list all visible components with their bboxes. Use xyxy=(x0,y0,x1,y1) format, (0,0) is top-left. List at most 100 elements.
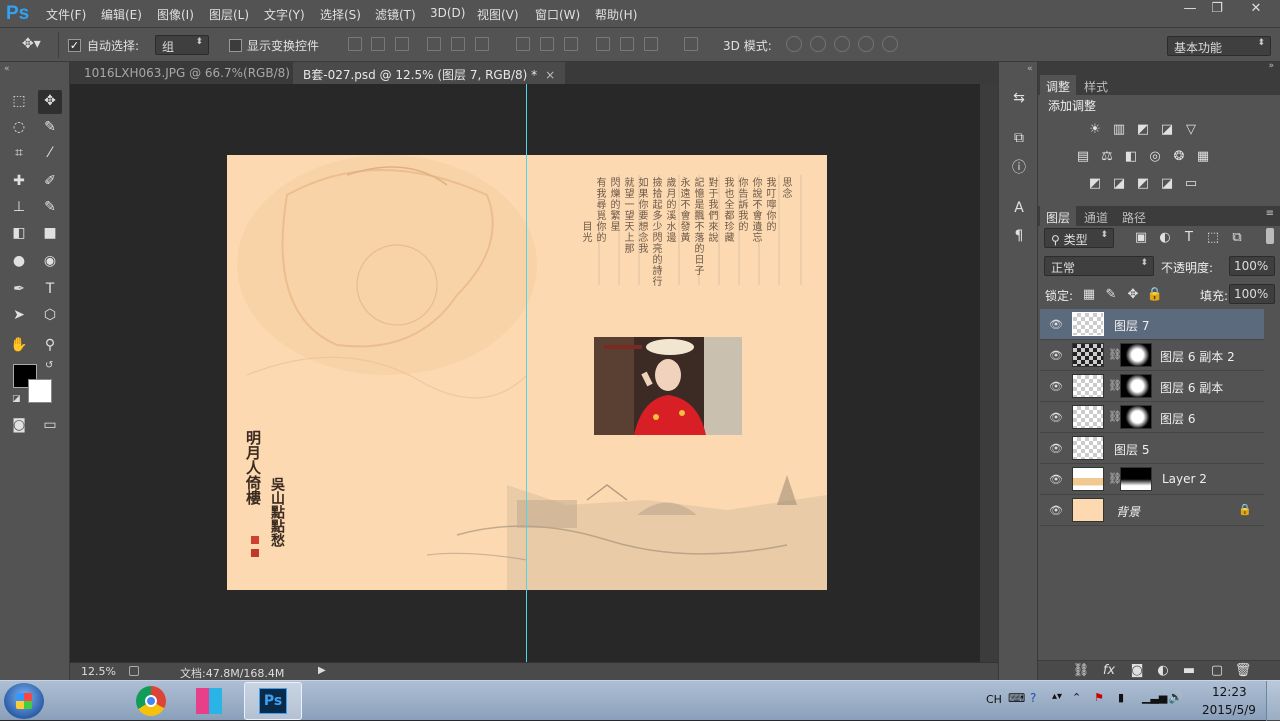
tab-paths[interactable]: 路径 xyxy=(1116,206,1152,226)
quick-select-tool-icon[interactable]: ✎ xyxy=(38,116,62,140)
path-select-tool-icon[interactable]: ➤ xyxy=(7,304,31,328)
layer-row-6-copy[interactable]: 👁 ⛓ 图层 6 副本 xyxy=(1040,371,1264,402)
layer-row-6[interactable]: 👁 ⛓ 图层 6 xyxy=(1040,402,1264,433)
threshold-icon[interactable]: ◩ xyxy=(1134,176,1152,192)
fill-input[interactable]: 100% xyxy=(1229,284,1275,304)
history-icon[interactable]: ⇆ xyxy=(1009,88,1029,108)
history-brush-tool-icon[interactable]: ✎ xyxy=(38,196,62,220)
curves-icon[interactable]: ◩ xyxy=(1134,122,1152,138)
menu-file[interactable]: 文件(F) xyxy=(46,6,86,23)
ime-indicator[interactable]: CH xyxy=(986,693,1002,706)
lock-image-icon[interactable]: ✎ xyxy=(1102,287,1120,303)
vertical-scrollbar[interactable] xyxy=(980,84,998,662)
filter-type-icon[interactable]: T xyxy=(1180,230,1198,246)
menu-select[interactable]: 选择(S) xyxy=(320,6,361,23)
new-adjustment-icon[interactable]: ◐ xyxy=(1154,663,1172,679)
lock-all-icon[interactable]: 🔒 xyxy=(1146,287,1164,303)
auto-select-dropdown[interactable]: 组 ⬍ xyxy=(155,35,209,55)
3d-scale-icon[interactable] xyxy=(882,36,898,52)
swap-colors-icon[interactable]: ↺ xyxy=(45,360,53,371)
layer-row-layer-2[interactable]: 👁 ⛓ Layer 2 xyxy=(1040,464,1264,495)
link-layers-icon[interactable]: ⛓ xyxy=(1072,663,1090,679)
align-right-icon[interactable] xyxy=(475,37,489,51)
blend-mode-dropdown[interactable]: 正常 ⬍ xyxy=(1044,256,1154,276)
volume-icon[interactable]: 🔊 xyxy=(1168,690,1183,704)
filter-smart-object-icon[interactable]: ⧉ xyxy=(1228,230,1246,246)
menu-help[interactable]: 帮助(H) xyxy=(595,6,637,23)
selective-color-icon[interactable]: ◪ xyxy=(1158,176,1176,192)
new-layer-icon[interactable]: ▢ xyxy=(1208,663,1226,679)
gradient-tool-icon[interactable]: ■ xyxy=(38,222,62,246)
menu-layer[interactable]: 图层(L) xyxy=(209,6,249,23)
hue-saturation-icon[interactable]: ▤ xyxy=(1074,149,1092,165)
hand-tool-icon[interactable]: ✋ xyxy=(7,334,31,358)
3d-pan-icon[interactable] xyxy=(834,36,850,52)
vibrance-icon[interactable]: ▽ xyxy=(1182,122,1200,138)
eraser-tool-icon[interactable]: ◧ xyxy=(7,222,31,246)
brightness-icon[interactable]: ☀ xyxy=(1086,122,1104,138)
help-icon[interactable]: ? xyxy=(1030,691,1036,705)
tab-styles[interactable]: 样式 xyxy=(1078,75,1114,95)
show-transform-checkbox[interactable] xyxy=(229,39,242,52)
distribute-left-icon[interactable] xyxy=(596,37,610,51)
pen-tool-icon[interactable]: ✒ xyxy=(7,278,31,302)
show-hidden-icons[interactable]: ▴▾ xyxy=(1052,691,1062,702)
zoom-tool-icon[interactable]: ⚲ xyxy=(38,334,62,358)
healing-brush-tool-icon[interactable]: ✚ xyxy=(7,170,31,194)
zoom-level[interactable]: 12.5% xyxy=(81,665,116,678)
invert-icon[interactable]: ◩ xyxy=(1086,176,1104,192)
visibility-eye-icon[interactable]: 👁 xyxy=(1049,380,1063,393)
visibility-eye-icon[interactable]: 👁 xyxy=(1049,349,1063,362)
visibility-eye-icon[interactable]: 👁 xyxy=(1049,473,1063,486)
distribute-bottom-icon[interactable] xyxy=(564,37,578,51)
3d-slide-icon[interactable] xyxy=(858,36,874,52)
collapse-toolbox-icon[interactable]: « xyxy=(4,64,10,74)
vertical-guide[interactable] xyxy=(526,84,527,662)
expand-icon[interactable]: » xyxy=(1268,61,1274,71)
app-taskbar-button[interactable] xyxy=(186,684,232,718)
new-group-icon[interactable]: ▬ xyxy=(1180,663,1198,679)
layer-mask-thumbnail[interactable] xyxy=(1120,374,1152,398)
visibility-eye-icon[interactable]: 👁 xyxy=(1049,411,1063,424)
network-icon[interactable]: ▁▃▅ xyxy=(1142,691,1167,704)
layer-mask-thumbnail[interactable] xyxy=(1120,467,1152,491)
3d-roll-icon[interactable] xyxy=(810,36,826,52)
menu-image[interactable]: 图像(I) xyxy=(157,6,194,23)
chrome-taskbar-button[interactable] xyxy=(128,684,174,718)
paragraph-icon[interactable]: ¶ xyxy=(1009,226,1029,246)
levels-icon[interactable]: ▥ xyxy=(1110,122,1128,138)
photo-filter-icon[interactable]: ◎ xyxy=(1146,149,1164,165)
align-hcenter-icon[interactable] xyxy=(451,37,465,51)
distribute-vcenter-icon[interactable] xyxy=(540,37,554,51)
close-window-button[interactable]: ✕ xyxy=(1236,0,1276,20)
tab-b-027[interactable]: B套-027.psd @ 12.5% (图层 7, RGB/8) * × xyxy=(293,62,566,84)
tab-1016lxh063[interactable]: 1016LXH063.JPG @ 66.7%(RGB/8)× xyxy=(74,62,318,84)
align-vcenter-icon[interactable] xyxy=(371,37,385,51)
default-colors-icon[interactable]: ◪ xyxy=(12,394,21,404)
start-button[interactable] xyxy=(4,683,44,719)
tab-adjustments[interactable]: 调整 xyxy=(1040,75,1077,95)
menu-window[interactable]: 窗口(W) xyxy=(535,6,580,23)
menu-type[interactable]: 文字(Y) xyxy=(264,6,305,23)
workspace-dropdown[interactable]: 基本功能 ⬍ xyxy=(1167,36,1271,56)
close-tab-icon[interactable]: × xyxy=(545,68,555,82)
menu-filter[interactable]: 滤镜(T) xyxy=(375,6,416,23)
layer-style-icon[interactable]: fx xyxy=(1100,663,1118,679)
black-white-icon[interactable]: ◧ xyxy=(1122,149,1140,165)
align-left-icon[interactable] xyxy=(427,37,441,51)
distribute-right-icon[interactable] xyxy=(644,37,658,51)
panel-menu-icon[interactable]: ≡ xyxy=(1266,208,1274,219)
add-mask-icon[interactable]: ◙ xyxy=(1128,663,1146,679)
posterize-icon[interactable]: ◪ xyxy=(1110,176,1128,192)
3d-icon[interactable]: ⧉ xyxy=(1009,128,1029,148)
blur-tool-icon[interactable]: ● xyxy=(7,250,31,274)
lock-transparent-icon[interactable]: ▦ xyxy=(1080,287,1098,303)
screen-mode-icon[interactable]: ▭ xyxy=(38,414,62,438)
distribute-hcenter-icon[interactable] xyxy=(620,37,634,51)
filter-toggle[interactable] xyxy=(1266,228,1274,244)
eyedropper-tool-icon[interactable]: ⁄ xyxy=(38,142,62,166)
portrait-photo[interactable] xyxy=(594,337,742,435)
photoshop-taskbar-button[interactable]: Ps xyxy=(244,682,302,720)
menu-3d[interactable]: 3D(D) xyxy=(430,6,465,20)
show-desktop-button[interactable] xyxy=(1266,681,1280,721)
